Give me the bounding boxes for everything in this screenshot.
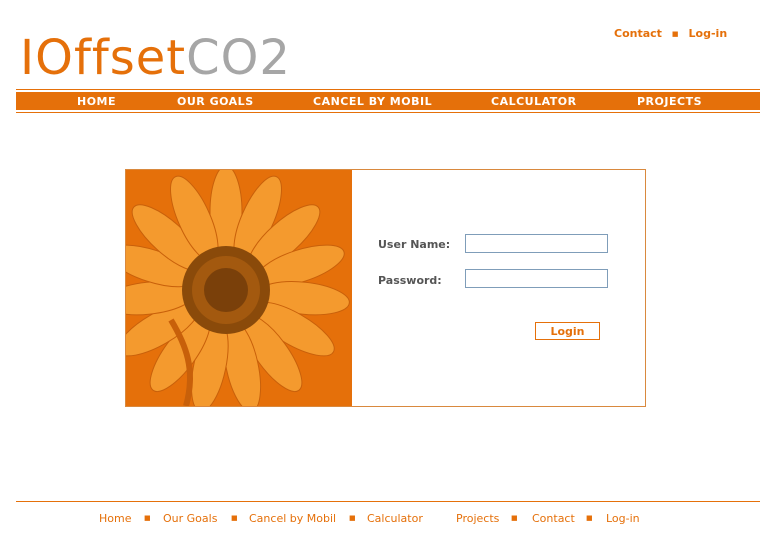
top-link-login[interactable]: Log-in [689, 27, 728, 40]
username-input[interactable] [465, 234, 608, 253]
footer-link-calculator[interactable]: Calculator [367, 512, 423, 525]
nav-top-rule [16, 89, 760, 90]
password-input[interactable] [465, 269, 608, 288]
top-link-contact[interactable]: Contact [614, 27, 662, 40]
footer-separator: ■ [586, 514, 593, 522]
logo-text-offset: IOffset [20, 30, 187, 86]
footer-link-projects[interactable]: Projects [456, 512, 499, 525]
nav-projects[interactable]: PROJECTS [637, 95, 702, 108]
footer-link-cancel-by-mobil[interactable]: Cancel by Mobil [249, 512, 336, 525]
sunflower-illustration [126, 170, 352, 406]
footer-separator: ■ [511, 514, 518, 522]
footer-link-our-goals[interactable]: Our Goals [163, 512, 217, 525]
username-label: User Name: [378, 238, 451, 251]
login-panel: User Name: Password: Login [125, 169, 646, 407]
nav-our-goals[interactable]: OUR GOALS [177, 95, 254, 108]
nav-home[interactable]: HOME [77, 95, 116, 108]
login-button[interactable]: Login [535, 322, 600, 340]
footer-separator: ■ [231, 514, 238, 522]
top-link-separator: ■ [671, 30, 679, 38]
top-links: Contact ■ Log-in [614, 27, 727, 40]
sunflower-image [126, 170, 352, 406]
footer-link-login[interactable]: Log-in [606, 512, 640, 525]
footer-link-home[interactable]: Home [99, 512, 131, 525]
footer-separator: ■ [144, 514, 151, 522]
footer-link-contact[interactable]: Contact [532, 512, 575, 525]
footer-rule [16, 501, 760, 502]
nav-bottom-rule [16, 112, 760, 113]
footer-separator: ■ [349, 514, 356, 522]
nav-cancel-by-mobil[interactable]: CANCEL BY MOBIL [313, 95, 432, 108]
main-nav: HOME OUR GOALS CANCEL BY MOBIL CALCULATO… [16, 92, 760, 110]
nav-calculator[interactable]: CALCULATOR [491, 95, 577, 108]
logo-text-co2: CO2 [186, 30, 291, 86]
password-label: Password: [378, 274, 442, 287]
site-logo[interactable]: IOffsetCO2 [20, 30, 291, 86]
